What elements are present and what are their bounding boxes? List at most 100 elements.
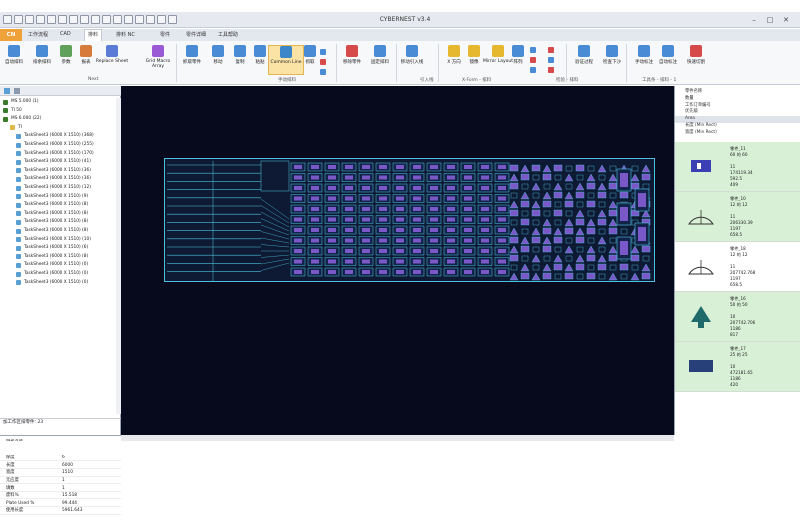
tree-item[interactable]: TaskSheet3 (6000 X 1510) (0): [0, 279, 115, 287]
part-card[interactable]: 零件_18 12 的 12 11 207742.768 1197 658.5: [675, 242, 800, 292]
help-icon[interactable]: [113, 15, 122, 24]
ribbon-small-icon[interactable]: [548, 67, 556, 74]
tree-item[interactable]: TaskSheet3 (6000 X 1510) (10): [0, 236, 115, 244]
ribbon-button-19[interactable]: 验证过程: [572, 45, 596, 75]
part-cutout: [396, 238, 404, 243]
ribbon-small-icon[interactable]: [530, 57, 538, 64]
arc-part: [597, 254, 607, 263]
tree-item[interactable]: TaskSheet3 (6000 X 1510) (255): [0, 141, 115, 149]
part-cutout: [345, 165, 353, 169]
plate-part: [630, 182, 640, 190]
tree-item[interactable]: TaskSheet3 (6000 X 1510) (41): [0, 158, 115, 166]
part-card[interactable]: 零件_17 25 的 25 10 472181.65 1186 420: [675, 342, 800, 392]
open-icon[interactable]: [14, 15, 23, 24]
ribbon-button-5[interactable]: Grid Macro Array: [140, 45, 176, 75]
ribbon-button-21[interactable]: 手动标注: [632, 45, 656, 75]
grid-icon[interactable]: [80, 15, 89, 24]
ribbon: 自动排料 排余排料 参数 报表 Replace Sheet Grid Macro Arra…: [0, 41, 800, 85]
save-icon[interactable]: [3, 15, 12, 24]
select-icon[interactable]: [135, 15, 144, 24]
close-button[interactable]: ✕: [780, 15, 792, 25]
ribbon-small-icon[interactable]: [320, 69, 328, 76]
part-cutout: [345, 259, 353, 264]
tree-item[interactable]: MS 6.000 (22): [0, 115, 115, 123]
sheet-plate[interactable]: [164, 158, 655, 282]
tree-item[interactable]: MS 5.000 (1): [0, 98, 115, 106]
bracket-part: [576, 201, 584, 208]
ribbon-button-18[interactable]: 阵列: [506, 45, 530, 75]
minimize-button[interactable]: –: [748, 15, 760, 25]
ribbon-button-4[interactable]: Replace Sheet: [94, 45, 130, 75]
tree-item[interactable]: TaskSheet3 (6000 X 1510) (170): [0, 150, 115, 158]
nesting-canvas[interactable]: [121, 86, 674, 435]
menu-tab[interactable]: 零件: [160, 31, 170, 38]
tree-item[interactable]: TaskSheet3 (6000 X 1510) (8): [0, 210, 115, 218]
ribbon-small-icon[interactable]: [548, 47, 556, 54]
zoom-fit-icon[interactable]: [58, 15, 67, 24]
ribbon-button-1[interactable]: 排余排料: [30, 45, 54, 75]
tree-item[interactable]: TaskSheet3 (6000 X 1510) (0): [0, 261, 115, 269]
layer-icon[interactable]: [146, 15, 155, 24]
menu-tab[interactable]: 排料 NC: [116, 31, 135, 38]
print-icon[interactable]: [102, 15, 111, 24]
ribbon-button-6[interactable]: 抓取零件: [180, 45, 204, 75]
ribbon-button-14[interactable]: 移动引入线: [400, 45, 424, 75]
bracket-part: [576, 174, 584, 181]
measure-icon[interactable]: [91, 15, 100, 24]
arc-part: [542, 164, 552, 173]
ribbon-small-icon[interactable]: [320, 49, 328, 56]
filter-icon[interactable]: [14, 88, 20, 94]
tree-item[interactable]: TaskSheet3 (6000 X 1510) (36): [0, 175, 115, 183]
info-icon[interactable]: [157, 15, 166, 24]
tree-item[interactable]: TaskSheet3 (6000 X 1510) (6): [0, 244, 115, 252]
tree-item[interactable]: TaskSheet3 (6000 X 1510) (0): [0, 270, 115, 278]
tree-item[interactable]: TaskSheet3 (6000 X 1510) (36): [0, 167, 115, 175]
tree-item[interactable]: TaskSheet3 (6000 X 1510) (12): [0, 184, 115, 192]
ribbon-label: 自动排料: [5, 60, 23, 65]
plate-part: [509, 254, 519, 262]
ribbon-small-icon[interactable]: [530, 67, 538, 74]
part-cutout: [464, 249, 472, 253]
part-card[interactable]: 零件_11 60 的 60 11 174119.34 592.5 409: [675, 142, 800, 192]
ribbon-button-0[interactable]: 自动排料: [2, 45, 26, 75]
file-tab[interactable]: CN: [0, 29, 22, 41]
part-card[interactable]: 零件_10 12 的 12 11 206330.39 1197 658.5: [675, 192, 800, 242]
pan-icon[interactable]: [69, 15, 78, 24]
menu-tab[interactable]: 工具帮助: [218, 31, 238, 38]
dropdown-icon[interactable]: [168, 15, 177, 24]
ribbon-small-icon[interactable]: [320, 59, 328, 66]
maximize-button[interactable]: □: [764, 15, 776, 25]
tree-item[interactable]: TaskSheet3 (6000 X 1510) (8): [0, 201, 115, 209]
ribbon-small-icon[interactable]: [548, 57, 556, 64]
tree-item[interactable]: TaskSheet3 (6000 X 1510) (8): [0, 218, 115, 226]
ribbon-button-7[interactable]: 移动: [206, 45, 230, 75]
tree-item[interactable]: TaskSheet3 (6000 X 1510) (8): [0, 227, 115, 235]
ribbon-button-23[interactable]: 快速切割: [684, 45, 708, 75]
ribbon-button-12[interactable]: 移除零件: [340, 45, 364, 75]
ribbon-label: 抓取零件: [183, 60, 201, 65]
ribbon-button-13[interactable]: 固定排料: [368, 45, 392, 75]
ribbon-button-22[interactable]: 自动标注: [656, 45, 680, 75]
tree-item[interactable]: TaskSheet3 (6000 X 1510) (368): [0, 132, 115, 140]
part-cutout: [362, 259, 370, 264]
ribbon-button-11[interactable]: 抓取: [298, 45, 322, 75]
menu-tab[interactable]: 工作流程: [28, 31, 48, 38]
ribbon-small-icon[interactable]: [530, 47, 538, 54]
arrow-icon[interactable]: [124, 15, 133, 24]
part-card[interactable]: 零件_16 50 的 50 10 207742.706 1186 817: [675, 292, 800, 342]
ribbon-button-20[interactable]: 检查下沙: [600, 45, 624, 75]
tree-item[interactable]: TaskSheet3 (6000 X 1510) (8): [0, 253, 115, 261]
menu-tab[interactable]: 零件详细: [186, 31, 206, 38]
tree-item[interactable]: TI 50: [0, 107, 115, 115]
property-header: 零件名称: [685, 89, 703, 94]
part-cutout: [328, 186, 336, 190]
tree-view-icon[interactable]: [4, 88, 10, 94]
tree-item[interactable]: TI: [0, 124, 115, 132]
plate-part: [630, 254, 640, 262]
undo-icon[interactable]: [25, 15, 34, 24]
zoom-icon[interactable]: [47, 15, 56, 24]
tree-item[interactable]: TaskSheet3 (6000 X 1510) (9): [0, 193, 115, 201]
redo-icon[interactable]: [36, 15, 45, 24]
menu-tab[interactable]: 排料: [84, 29, 103, 41]
menu-tab[interactable]: CAD: [60, 31, 71, 37]
